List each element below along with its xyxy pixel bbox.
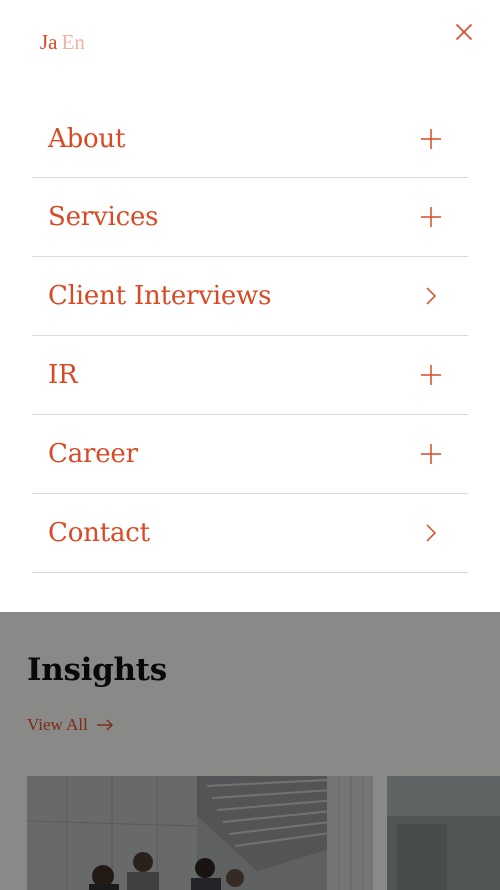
view-all-label: View All: [27, 715, 88, 734]
view-all-link[interactable]: View All: [27, 715, 114, 735]
menu-item-contact[interactable]: Contact: [32, 494, 468, 573]
menu-item-label: IR: [48, 360, 78, 390]
menu-item-client-interviews[interactable]: Client Interviews: [32, 257, 468, 336]
plus-icon[interactable]: [420, 443, 442, 465]
lang-en-option[interactable]: En: [62, 30, 85, 54]
menu-item-career[interactable]: Career: [32, 415, 468, 494]
nav-menu-list: About Services Client Interviews IR Care…: [32, 100, 468, 573]
menu-item-about[interactable]: About: [32, 100, 468, 178]
menu-item-services[interactable]: Services: [32, 178, 468, 257]
chevron-right-icon: [420, 285, 442, 307]
insight-card-image-secondary[interactable]: [387, 776, 500, 890]
menu-item-label: About: [48, 123, 126, 154]
arrow-right-icon: [96, 719, 114, 731]
menu-item-label: Career: [48, 439, 138, 469]
nav-menu-panel: Ja En About Services Client Interviews I…: [0, 0, 500, 612]
insight-card-image[interactable]: [27, 776, 373, 890]
insights-title: Insights: [27, 652, 167, 688]
plus-icon[interactable]: [420, 206, 442, 228]
plus-icon[interactable]: [420, 128, 442, 150]
close-icon: [455, 23, 473, 45]
chevron-right-icon: [420, 522, 442, 544]
lang-ja-option[interactable]: Ja: [40, 30, 58, 54]
close-button[interactable]: [450, 20, 478, 48]
menu-item-label: Client Interviews: [48, 281, 272, 311]
language-switch: Ja En: [40, 30, 85, 54]
menu-item-label: Services: [48, 202, 159, 232]
plus-icon[interactable]: [420, 364, 442, 386]
menu-item-ir[interactable]: IR: [32, 336, 468, 415]
menu-item-label: Contact: [48, 518, 150, 548]
